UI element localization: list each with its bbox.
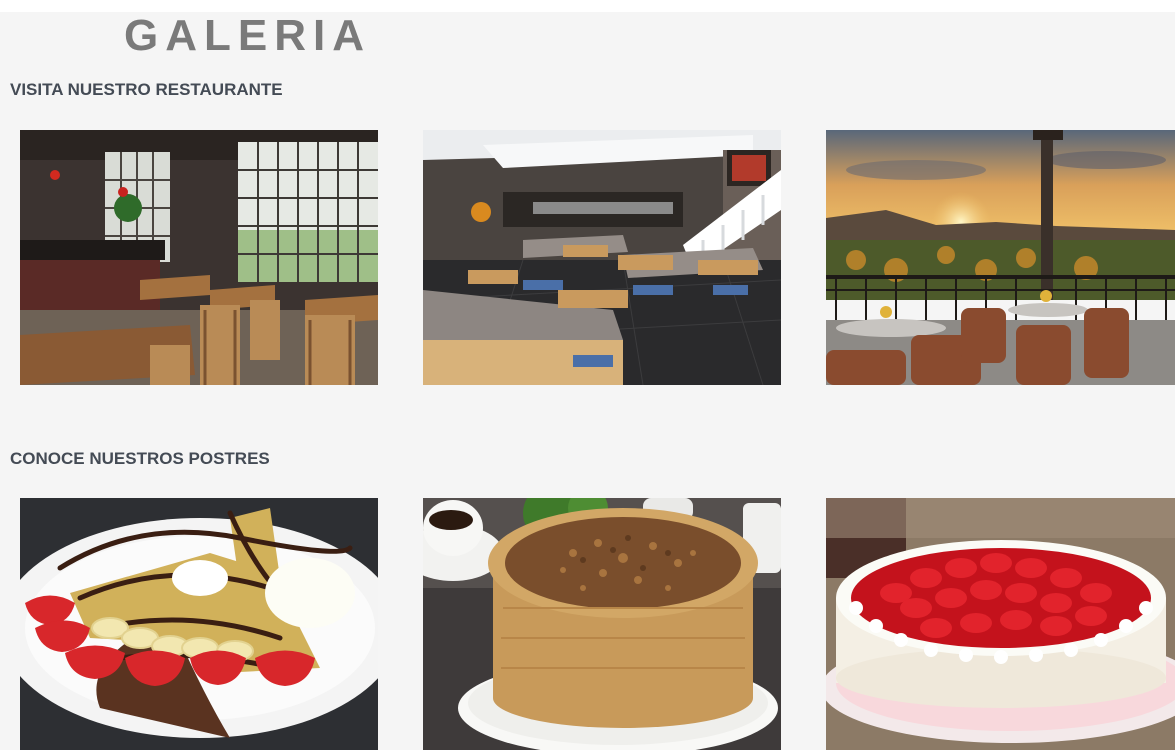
pecan-cake-image[interactable] xyxy=(423,498,781,750)
restaurant-interior-photo-icon xyxy=(20,130,378,385)
restaurant-interior-image[interactable] xyxy=(20,130,378,385)
strawberry-crepe-photo-icon xyxy=(20,498,378,750)
strawberry-cheesecake-image[interactable] xyxy=(826,498,1175,750)
dining-room-photo-icon xyxy=(423,130,781,385)
page-title: GALERIA xyxy=(124,12,371,60)
section-heading-desserts: CONOCE NUESTROS POSTRES xyxy=(10,449,270,468)
strawberry-cheesecake-photo-icon xyxy=(826,498,1175,750)
sunset-terrace-photo-icon xyxy=(826,130,1175,385)
strawberry-crepe-image[interactable] xyxy=(20,498,378,750)
dining-room-image[interactable] xyxy=(423,130,781,385)
sunset-terrace-image[interactable] xyxy=(826,130,1175,385)
section-heading-restaurant: VISITA NUESTRO RESTAURANTE xyxy=(10,80,283,99)
gallery-page: GALERIA VISITA NUESTRO RESTAURANTE CONOC… xyxy=(0,12,1175,750)
pecan-cake-photo-icon xyxy=(423,498,781,750)
